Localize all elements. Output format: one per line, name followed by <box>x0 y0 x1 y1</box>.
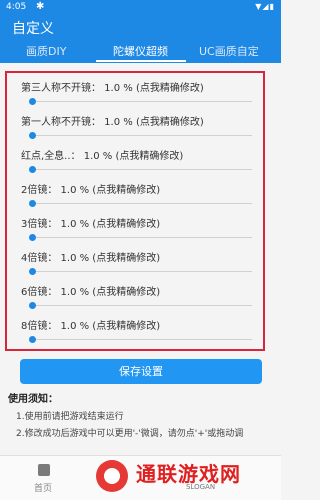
tab-gyro-overclock[interactable]: 陀螺仪超频 <box>113 43 168 59</box>
home-icon[interactable] <box>38 464 50 476</box>
setting-label[interactable]: 第一人称不开镜： 1.0 % (点我精确修改) <box>21 113 204 128</box>
setting-label[interactable]: 红点,全息..： 1.0 % (点我精确修改) <box>21 147 183 162</box>
slider-thumb[interactable] <box>29 166 36 173</box>
slider-track[interactable] <box>31 271 252 272</box>
slider-track[interactable] <box>31 305 252 306</box>
slider-track[interactable] <box>31 237 252 238</box>
setting-label[interactable]: 4倍镜： 1.0 % (点我精确修改) <box>21 249 160 264</box>
setting-row: 8倍镜： 1.0 % (点我精确修改) <box>7 311 263 351</box>
brand-slogan: SLOGAN <box>186 483 216 491</box>
status-bar: 4:05 ✱ ▼◢▮ <box>0 0 281 16</box>
tab-bar: 画质DIY 陀螺仪超频 UC画质自定 <box>0 40 281 63</box>
slider-track[interactable] <box>31 339 252 340</box>
status-time: 4:05 <box>6 2 27 12</box>
slider-track[interactable] <box>31 169 252 170</box>
active-tab-indicator <box>96 60 186 62</box>
notes-heading: 使用须知： <box>8 394 58 405</box>
setting-label[interactable]: 3倍镜： 1.0 % (点我精确修改) <box>21 215 160 230</box>
brand-logo-icon <box>96 460 128 492</box>
tab-uc-quality[interactable]: UC画质自定 <box>199 43 259 59</box>
setting-label[interactable]: 8倍镜： 1.0 % (点我精确修改) <box>21 317 160 332</box>
slider-thumb[interactable] <box>29 302 36 309</box>
slider-thumb[interactable] <box>29 268 36 275</box>
slider-track[interactable] <box>31 203 252 204</box>
bug-icon: ✱ <box>36 1 45 12</box>
slider-thumb[interactable] <box>29 336 36 343</box>
page-title: 自定义 <box>12 21 54 37</box>
slider-thumb[interactable] <box>29 200 36 207</box>
gyro-settings-panel: 第三人称不开镜： 1.0 % (点我精确修改) 第一人称不开镜： 1.0 % (… <box>5 71 265 351</box>
notes-line: 2.修改成功后游戏中可以更用'-'微调，请勿点'+'或拖动调 <box>16 429 244 439</box>
slider-thumb[interactable] <box>29 98 36 105</box>
setting-label[interactable]: 2倍镜： 1.0 % (点我精确修改) <box>21 181 160 196</box>
slider-track[interactable] <box>31 101 252 102</box>
slider-thumb[interactable] <box>29 132 36 139</box>
watermark: 通联游戏网 SLOGAN <box>96 458 276 494</box>
notes-line: 1.使用前请把游戏结束运行 <box>16 412 124 422</box>
app-bar: 4:05 ✱ ▼◢▮ 自定义 画质DIY 陀螺仪超频 UC画质自定 <box>0 0 281 63</box>
setting-label[interactable]: 6倍镜： 1.0 % (点我精确修改) <box>21 283 160 298</box>
slider-track[interactable] <box>31 135 252 136</box>
tab-quality-diy[interactable]: 画质DIY <box>26 43 66 59</box>
slider-thumb[interactable] <box>29 234 36 241</box>
setting-label[interactable]: 第三人称不开镜： 1.0 % (点我精确修改) <box>21 79 204 94</box>
system-icons: ▼◢▮ <box>255 2 275 11</box>
home-label[interactable]: 首页 <box>34 481 52 494</box>
usage-notes: 使用须知： 1.使用前请把游戏结束运行 2.修改成功后游戏中可以更用'-'微调，… <box>8 390 273 439</box>
save-settings-button[interactable]: 保存设置 <box>20 359 262 384</box>
